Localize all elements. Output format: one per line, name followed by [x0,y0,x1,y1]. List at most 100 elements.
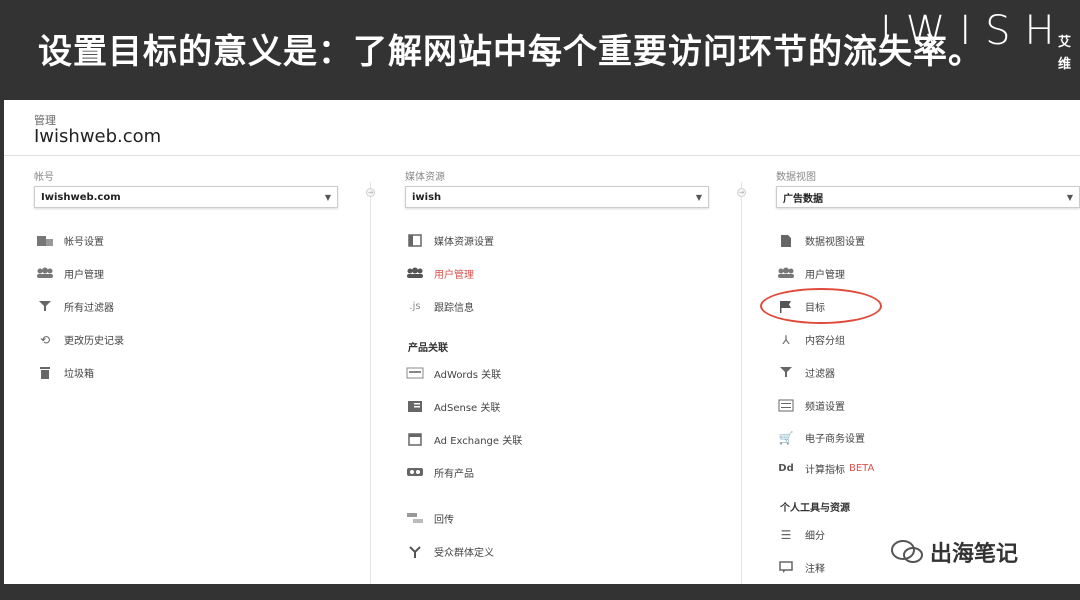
view-select[interactable]: 广告数据 ▼ [776,186,1080,208]
property-settings-item[interactable]: 媒体资源设置 [406,233,494,248]
sliders-icon [777,399,795,413]
js-icon: .js [409,300,421,312]
postback-item[interactable]: 回传 [406,511,454,526]
postback-icon [406,512,424,526]
item-label: 数据视图设置 [805,237,865,248]
view-settings-item[interactable]: 数据视图设置 [777,233,865,248]
item-label: 垃圾箱 [64,369,94,380]
item-label: Ad Exchange 关联 [434,436,523,447]
audience-icon [406,545,424,559]
wechat-watermark: 出海笔记 [890,536,1018,568]
account-filters-item[interactable]: 所有过滤器 [36,299,114,314]
personal-tools-heading: 个人工具与资源 [780,503,850,514]
grouping-icon: ⅄ [782,332,790,347]
beta-badge: BETA [849,463,875,474]
highlight-circle [760,288,882,324]
adexchange-link-item[interactable]: Ad Exchange 关联 [406,432,522,447]
item-label: AdSense 关联 [434,403,501,414]
item-label: 所有产品 [434,469,474,480]
column-separator [370,182,371,584]
view-label: 数据视图 [776,172,816,183]
adsense-link-item[interactable]: AdSense 关联 [406,399,500,414]
chevron-down-icon: ▼ [1066,192,1073,202]
item-label: 内容分组 [805,336,845,347]
audience-item[interactable]: 受众群体定义 [406,544,494,559]
property-label: 媒体资源 [405,172,445,183]
banner: 设置目标的意义是：了解网站中每个重要访问环节的流失率。 IWISH 艾维 [0,0,1080,100]
iwish-logo: IWISH [880,8,1069,54]
adsense-icon [406,400,424,414]
document-icon [777,234,795,248]
users-icon [777,267,795,281]
account-trash-item[interactable]: 垃圾箱 [36,365,94,380]
item-label: 过滤器 [805,369,835,380]
property-users-item[interactable]: 用户管理 [406,266,474,281]
account-select-value: Iwishweb.com [41,191,121,203]
item-label: 受众群体定义 [434,548,494,559]
item-label: 注释 [805,564,825,575]
chevron-down-icon: ▼ [695,192,702,202]
view-filters-item[interactable]: 过滤器 [777,365,835,380]
item-label: 频道设置 [805,402,845,413]
item-label: 用户管理 [805,270,845,281]
watermark-text: 出海笔记 [930,542,1019,567]
item-label: 媒体资源设置 [434,237,494,248]
headline: 设置目标的意义是：了解网站中每个重要访问环节的流失率。 [38,32,983,72]
view-select-value: 广告数据 [783,193,823,205]
channel-settings-item[interactable]: 频道设置 [777,398,845,413]
content-grouping-item[interactable]: ⅄ 内容分组 [777,332,845,348]
logo-cn: 艾维 [1058,35,1072,72]
column-separator [741,182,742,584]
adwords-icon [406,367,424,381]
property-tracking-item[interactable]: .js 跟踪信息 [406,299,474,315]
users-icon [36,267,54,281]
account-history-item[interactable]: ⟲ 更改历史记录 [36,332,124,348]
item-label: 细分 [805,531,825,542]
property-select[interactable]: iwish ▼ [405,186,709,208]
item-label: 电子商务设置 [805,434,865,445]
admin-panel: 管理 Iwishweb.com 帐号 Iwishweb.com ▼ 帐号设置 用… [4,100,1080,584]
account-column: 帐号 Iwishweb.com ▼ [34,168,338,208]
column-arrow-icon: → [737,188,746,197]
item-label: 计算指标 [805,465,845,476]
item-label: 更改历史记录 [64,336,124,347]
item-label: 所有过滤器 [64,303,114,314]
item-label: 帐号设置 [64,237,104,248]
cart-icon: 🛒 [778,430,794,445]
calculated-metrics-item[interactable]: Dd 计算指标 BETA [777,461,875,477]
building-icon [36,234,54,248]
window-icon [406,233,424,248]
item-label: 跟踪信息 [434,303,474,314]
item-label: 用户管理 [434,270,474,281]
adwords-link-item[interactable]: AdWords 关联 [406,366,501,381]
product-linking-heading: 产品关联 [408,343,448,354]
item-label: 回传 [434,515,454,526]
view-column: 数据视图 广告数据 ▼ [776,168,1080,208]
account-label: 帐号 [34,172,54,183]
trash-icon [36,366,54,380]
bottom-bar [0,584,1080,600]
chevron-down-icon: ▼ [324,192,331,202]
comment-icon [777,560,795,575]
ecommerce-settings-item[interactable]: 🛒 电子商务设置 [777,430,865,446]
dd-icon: Dd [778,462,794,474]
site-title: Iwishweb.com [34,126,162,147]
segments-item[interactable]: ☰ 细分 [777,527,825,543]
users-icon [406,267,424,281]
property-select-value: iwish [412,191,442,203]
products-icon [406,466,424,480]
filter-icon [777,366,795,380]
all-products-item[interactable]: 所有产品 [406,465,474,480]
account-settings-item[interactable]: 帐号设置 [36,233,104,248]
account-users-item[interactable]: 用户管理 [36,266,104,281]
view-users-item[interactable]: 用户管理 [777,266,845,281]
item-label: AdWords 关联 [434,370,502,381]
account-select[interactable]: Iwishweb.com ▼ [34,186,338,208]
adexchange-icon [406,432,424,447]
column-arrow-icon: → [366,188,375,197]
wechat-icon [891,540,923,563]
annotations-item[interactable]: 注释 [777,560,825,575]
item-label: 用户管理 [64,270,104,281]
segments-icon: ☰ [780,527,792,542]
divider [4,155,1080,156]
